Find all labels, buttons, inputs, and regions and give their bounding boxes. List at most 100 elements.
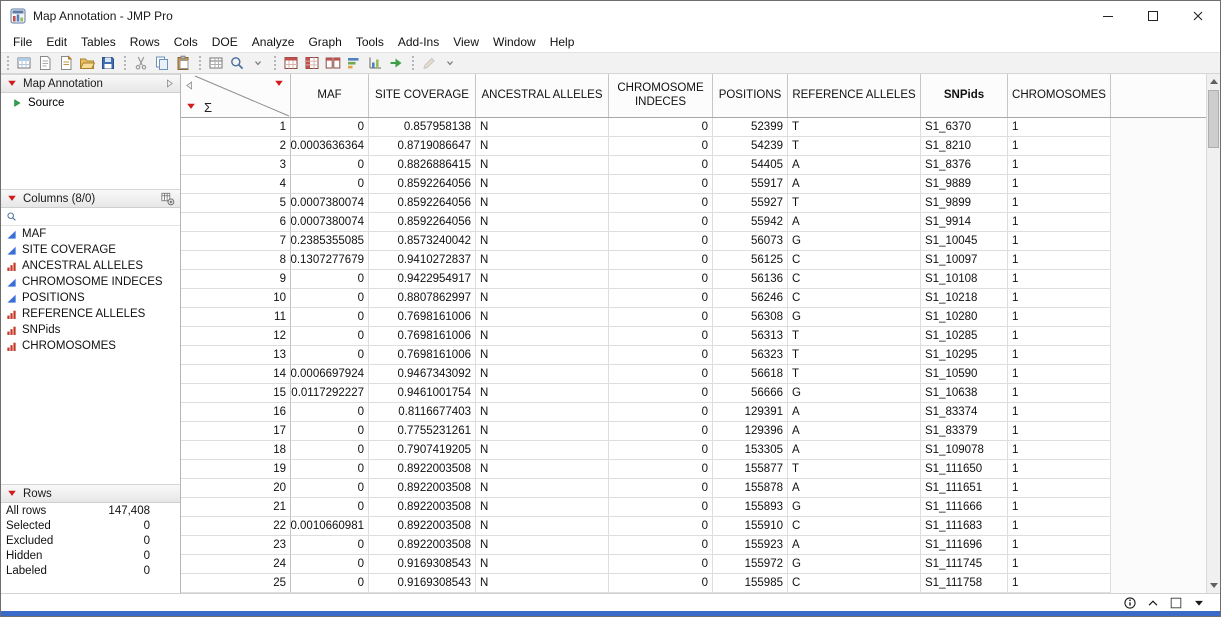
cell-chromosomes[interactable]: 1: [1008, 346, 1111, 365]
cell-chromosomes[interactable]: 1: [1008, 156, 1111, 175]
rows-stat-selected[interactable]: Selected0: [1, 518, 180, 533]
row-number[interactable]: 22: [181, 517, 291, 536]
cell-positions[interactable]: 55917: [713, 175, 788, 194]
cell-site_coverage[interactable]: 0.9422954917: [369, 270, 476, 289]
cell-maf[interactable]: 0: [291, 441, 369, 460]
cell-ancestral_alleles[interactable]: N: [476, 137, 609, 156]
row-number[interactable]: 1: [181, 118, 291, 137]
row-number[interactable]: 7: [181, 232, 291, 251]
cell-chromosome_indeces[interactable]: 0: [609, 327, 713, 346]
cell-snpids[interactable]: S1_9899: [921, 194, 1008, 213]
cell-chromosomes[interactable]: 1: [1008, 536, 1111, 555]
cell-maf[interactable]: 0: [291, 327, 369, 346]
cell-ancestral_alleles[interactable]: N: [476, 441, 609, 460]
cell-chromosomes[interactable]: 1: [1008, 270, 1111, 289]
cell-reference_alleles[interactable]: A: [788, 175, 921, 194]
cell-reference_alleles[interactable]: A: [788, 403, 921, 422]
cell-chromosome_indeces[interactable]: 0: [609, 498, 713, 517]
cell-chromosomes[interactable]: 1: [1008, 441, 1111, 460]
cell-reference_alleles[interactable]: G: [788, 555, 921, 574]
cell-chromosome_indeces[interactable]: 0: [609, 175, 713, 194]
cell-maf[interactable]: 0: [291, 403, 369, 422]
cell-maf[interactable]: 0.0010660981: [291, 517, 369, 536]
cell-maf[interactable]: 0: [291, 289, 369, 308]
menu-window[interactable]: Window: [486, 33, 543, 51]
cell-snpids[interactable]: S1_9889: [921, 175, 1008, 194]
sort-button[interactable]: [343, 53, 364, 73]
cell-reference_alleles[interactable]: C: [788, 574, 921, 593]
cell-chromosome_indeces[interactable]: 0: [609, 289, 713, 308]
cell-ancestral_alleles[interactable]: N: [476, 460, 609, 479]
cell-chromosome_indeces[interactable]: 0: [609, 479, 713, 498]
cell-ancestral_alleles[interactable]: N: [476, 479, 609, 498]
cell-positions[interactable]: 155893: [713, 498, 788, 517]
cell-ancestral_alleles[interactable]: N: [476, 213, 609, 232]
paste-button[interactable]: [172, 53, 193, 73]
cell-reference_alleles[interactable]: G: [788, 308, 921, 327]
cell-chromosomes[interactable]: 1: [1008, 251, 1111, 270]
cell-site_coverage[interactable]: 0.9169308543: [369, 574, 476, 593]
rows-stat-all-rows[interactable]: All rows147,408: [1, 503, 180, 518]
cell-reference_alleles[interactable]: C: [788, 289, 921, 308]
cell-maf[interactable]: 0: [291, 479, 369, 498]
cell-snpids[interactable]: S1_10295: [921, 346, 1008, 365]
overflow-chevron-button[interactable]: [247, 53, 268, 73]
cell-reference_alleles[interactable]: T: [788, 460, 921, 479]
menu-edit[interactable]: Edit: [39, 33, 74, 51]
menu-tools[interactable]: Tools: [349, 33, 391, 51]
cell-chromosomes[interactable]: 1: [1008, 118, 1111, 137]
menu-doe[interactable]: DOE: [205, 33, 245, 51]
rows-stat-excluded[interactable]: Excluded0: [1, 533, 180, 548]
row-number[interactable]: 2: [181, 137, 291, 156]
cell-reference_alleles[interactable]: C: [788, 251, 921, 270]
cell-chromosomes[interactable]: 1: [1008, 365, 1111, 384]
search-button[interactable]: [226, 53, 247, 73]
cell-site_coverage[interactable]: 0.9169308543: [369, 555, 476, 574]
cell-site_coverage[interactable]: 0.8807862997: [369, 289, 476, 308]
cell-snpids[interactable]: S1_111696: [921, 536, 1008, 555]
cell-chromosome_indeces[interactable]: 0: [609, 422, 713, 441]
cell-positions[interactable]: 56666: [713, 384, 788, 403]
row-number[interactable]: 17: [181, 422, 291, 441]
cell-positions[interactable]: 155877: [713, 460, 788, 479]
cell-positions[interactable]: 52399: [713, 118, 788, 137]
row-number[interactable]: 18: [181, 441, 291, 460]
annotate-button[interactable]: [418, 53, 439, 73]
dropdown-triangle-icon[interactable]: [1192, 596, 1206, 610]
row-number[interactable]: 9: [181, 270, 291, 289]
row-number[interactable]: 6: [181, 213, 291, 232]
cell-chromosomes[interactable]: 1: [1008, 403, 1111, 422]
scrollbar-thumb[interactable]: [1208, 90, 1219, 148]
columns-search-input[interactable]: [21, 211, 175, 223]
source-item[interactable]: Source: [1, 93, 180, 109]
cell-reference_alleles[interactable]: T: [788, 194, 921, 213]
cell-reference_alleles[interactable]: A: [788, 156, 921, 175]
split-table-button[interactable]: [322, 53, 343, 73]
cell-maf[interactable]: 0: [291, 536, 369, 555]
menu-help[interactable]: Help: [543, 33, 582, 51]
cell-positions[interactable]: 56308: [713, 308, 788, 327]
cell-ancestral_alleles[interactable]: N: [476, 574, 609, 593]
cell-ancestral_alleles[interactable]: N: [476, 327, 609, 346]
cell-chromosome_indeces[interactable]: 0: [609, 270, 713, 289]
cell-chromosome_indeces[interactable]: 0: [609, 460, 713, 479]
save-button[interactable]: [97, 53, 118, 73]
cell-chromosome_indeces[interactable]: 0: [609, 194, 713, 213]
cell-maf[interactable]: 0: [291, 498, 369, 517]
cell-maf[interactable]: 0.2385355085: [291, 232, 369, 251]
cell-snpids[interactable]: S1_8376: [921, 156, 1008, 175]
column-header-positions[interactable]: POSITIONS: [713, 74, 788, 117]
row-number[interactable]: 25: [181, 574, 291, 593]
cell-snpids[interactable]: S1_10590: [921, 365, 1008, 384]
cell-positions[interactable]: 56618: [713, 365, 788, 384]
cell-chromosomes[interactable]: 1: [1008, 175, 1111, 194]
cell-site_coverage[interactable]: 0.8592264056: [369, 194, 476, 213]
cell-maf[interactable]: 0: [291, 555, 369, 574]
cell-snpids[interactable]: S1_111666: [921, 498, 1008, 517]
cell-snpids[interactable]: S1_83379: [921, 422, 1008, 441]
cell-snpids[interactable]: S1_8210: [921, 137, 1008, 156]
cell-maf[interactable]: 0: [291, 118, 369, 137]
cell-positions[interactable]: 56246: [713, 289, 788, 308]
row-number[interactable]: 14: [181, 365, 291, 384]
rows-stat-labeled[interactable]: Labeled0: [1, 563, 180, 578]
